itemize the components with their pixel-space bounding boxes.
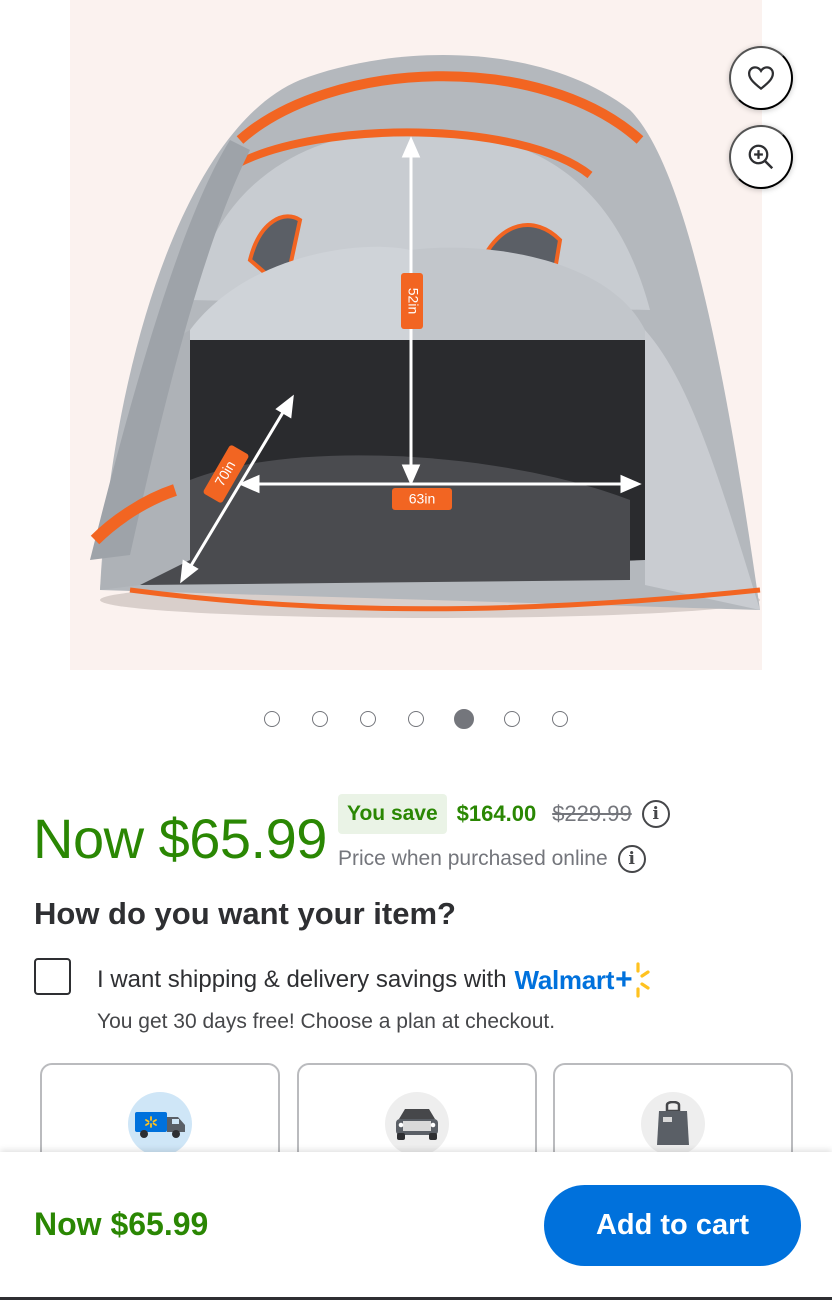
- walmart-plus-logo: Walmart +: [515, 960, 653, 1000]
- was-price: $229.99: [552, 801, 632, 826]
- walmart-spark-icon: [636, 962, 650, 998]
- walmart-plus-sign: +: [615, 963, 633, 996]
- carousel-dot[interactable]: [264, 711, 280, 727]
- savings-amount: $164.00: [456, 801, 537, 826]
- width-dimension-label: 63in: [409, 491, 435, 507]
- carousel-dot[interactable]: [454, 709, 474, 729]
- carousel-dot[interactable]: [360, 711, 376, 727]
- walmart-plus-wordmark: Walmart: [514, 964, 615, 995]
- online-price-text: Price when purchased online: [338, 847, 608, 870]
- shipping-savings-checkbox[interactable]: [34, 958, 71, 995]
- carousel-dot[interactable]: [552, 711, 568, 727]
- info-icon[interactable]: i: [617, 845, 646, 873]
- add-to-favorites-button[interactable]: [729, 46, 793, 110]
- fulfillment-heading: How do you want your item?: [34, 896, 456, 931]
- you-save-badge: You save: [338, 794, 447, 834]
- sticky-cart-bar: Now $65.99 Add to cart: [0, 1152, 832, 1300]
- delivery-truck-icon: [128, 1092, 192, 1156]
- add-to-cart-button[interactable]: Add to cart: [544, 1185, 801, 1266]
- shipping-savings-label[interactable]: I want shipping & delivery savings with …: [97, 960, 652, 1000]
- image-carousel-dots: [0, 708, 832, 730]
- zoom-image-button[interactable]: [729, 125, 793, 189]
- pickup-car-icon: [385, 1092, 449, 1156]
- current-price: Now $65.99: [33, 807, 327, 870]
- savings-row: You save $164.00 $229.99 i: [338, 792, 670, 836]
- heart-icon: [747, 66, 775, 91]
- tent-illustration: 52in 63in 70in: [90, 55, 761, 618]
- carousel-dot[interactable]: [504, 711, 520, 727]
- zoom-in-icon: [748, 144, 774, 170]
- free-trial-note: You get 30 days free! Choose a plan at c…: [97, 1010, 556, 1033]
- carousel-dot[interactable]: [408, 711, 424, 727]
- shipping-savings-text: I want shipping & delivery savings with: [97, 966, 507, 993]
- info-icon[interactable]: i: [641, 800, 670, 828]
- height-dimension-label: 52in: [405, 288, 421, 314]
- product-gallery: 52in 63in 70in: [0, 0, 832, 690]
- carousel-dot[interactable]: [312, 711, 328, 727]
- product-image[interactable]: 52in 63in 70in: [70, 0, 762, 670]
- bottom-bar-price: Now $65.99: [34, 1206, 209, 1242]
- shopping-bag-icon: [641, 1092, 705, 1156]
- online-price-note: Price when purchased online i: [338, 845, 646, 873]
